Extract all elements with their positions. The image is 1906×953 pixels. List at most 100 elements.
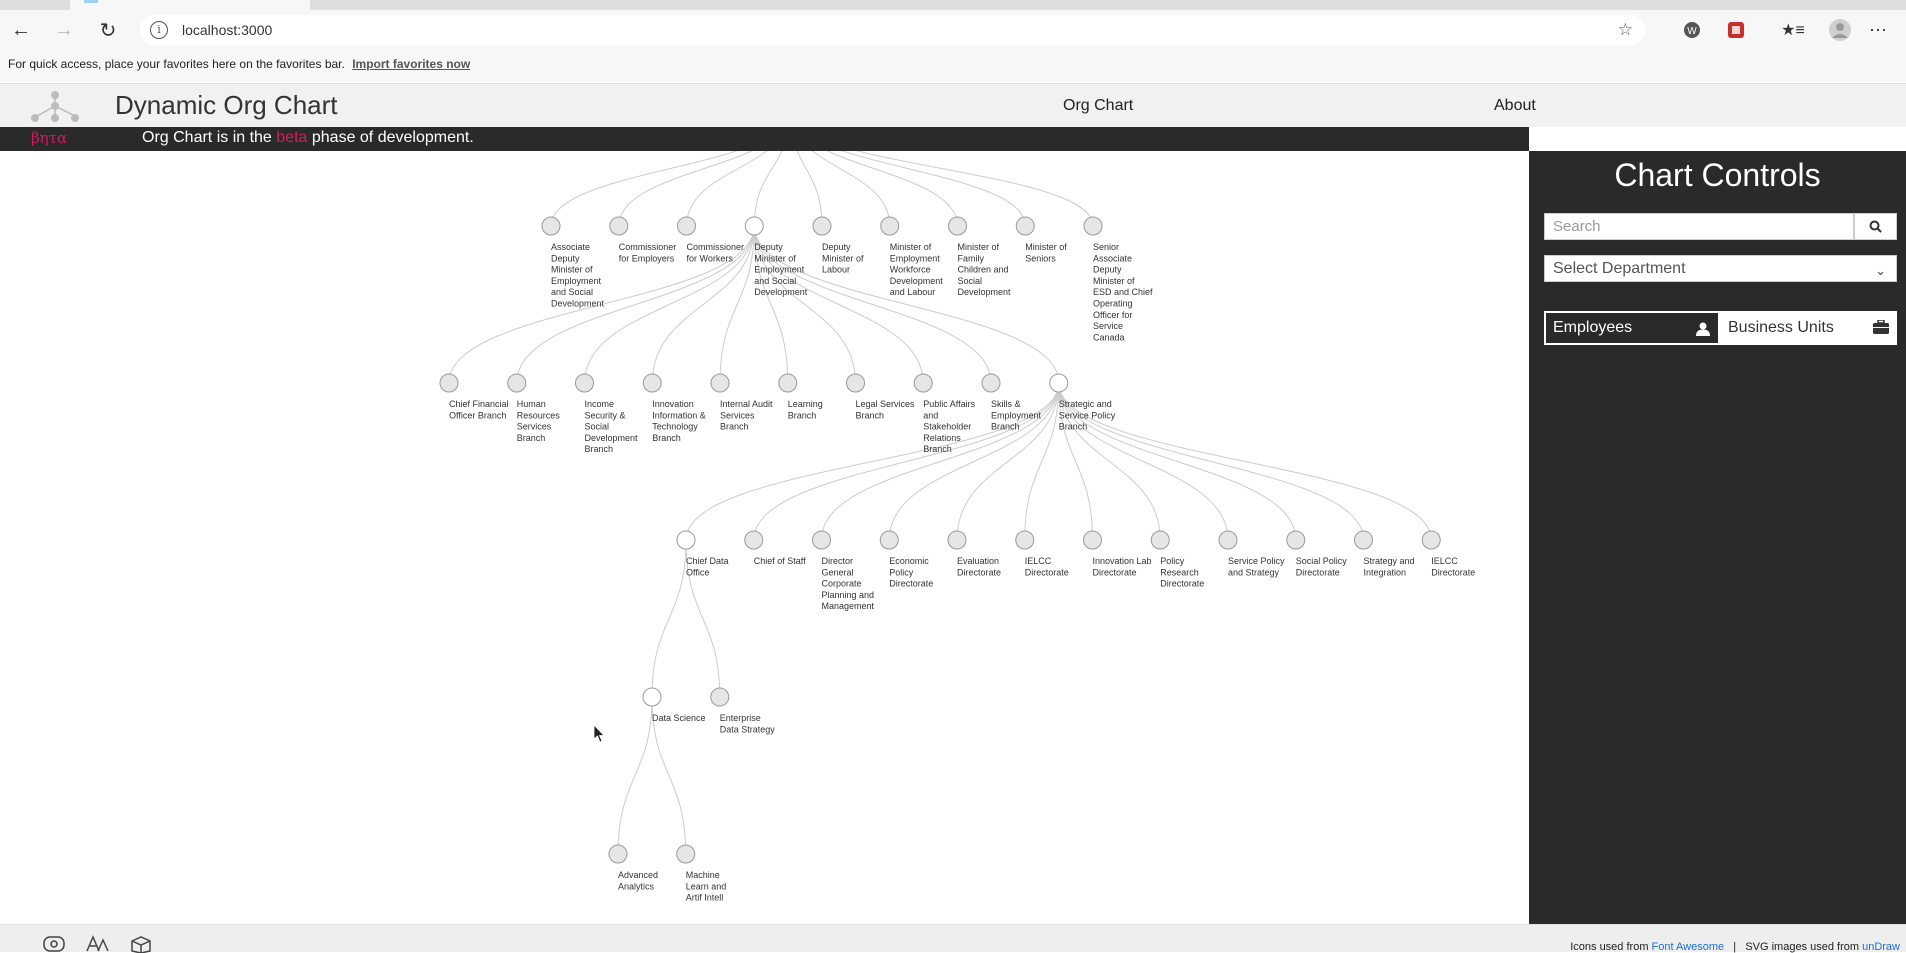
org-node[interactable] xyxy=(575,373,594,393)
address-bar[interactable]: i localhost:3000 ☆ xyxy=(140,15,1645,45)
org-node-label: Learning Branch xyxy=(788,399,823,420)
tab-favicon-icon xyxy=(84,0,98,3)
beta-message-end: phase of development. xyxy=(307,129,474,146)
svg-text:W: W xyxy=(1687,26,1697,37)
org-node-label: Enterprise Data Strategy xyxy=(720,713,776,734)
org-node[interactable] xyxy=(507,373,527,393)
refresh-icon[interactable]: ↻ xyxy=(96,18,120,42)
org-chart-logo-icon xyxy=(31,91,79,122)
site-info-icon[interactable]: i xyxy=(150,21,168,39)
org-node[interactable] xyxy=(541,216,561,236)
org-node-label: Chief Data Office xyxy=(686,556,729,577)
org-node[interactable] xyxy=(1015,530,1035,550)
org-node-label: Strategic and Service Policy Branch xyxy=(1059,399,1116,432)
org-node[interactable] xyxy=(642,373,662,393)
org-node-label: Public Affairs and Stakeholder Relations Bra… xyxy=(923,399,975,454)
employees-toggle[interactable]: Employees xyxy=(1544,311,1720,345)
more-menu-icon[interactable]: ⋯ xyxy=(1868,20,1888,40)
org-node-label: Human Resources Services Branch xyxy=(517,399,561,443)
extension-w-icon[interactable]: W xyxy=(1682,20,1702,40)
org-node-label: IELCC Directorate xyxy=(1431,556,1475,577)
user-icon xyxy=(1696,322,1710,336)
org-node-label: Minister of Seniors xyxy=(1025,242,1067,263)
org-node[interactable] xyxy=(608,844,628,864)
org-node[interactable] xyxy=(439,373,459,393)
footer-icons-prefix: Icons used from xyxy=(1570,941,1652,953)
org-node[interactable] xyxy=(947,530,967,550)
org-node[interactable] xyxy=(677,216,696,236)
nav-org-chart[interactable]: Org Chart xyxy=(1063,97,1133,115)
controls-title: Chart Controls xyxy=(1614,157,1821,193)
profile-avatar-icon[interactable] xyxy=(1828,18,1852,42)
beta-tag: βητα xyxy=(31,129,68,147)
org-node[interactable] xyxy=(1286,530,1306,550)
department-select[interactable]: Select Department ⌄ xyxy=(1544,255,1897,282)
org-node-label: Senior Associate Deputy Minister of ESD and … xyxy=(1093,242,1153,342)
org-node[interactable] xyxy=(778,373,798,393)
org-node[interactable] xyxy=(880,216,900,236)
tree-link xyxy=(651,539,687,698)
org-node[interactable] xyxy=(1218,530,1238,550)
footer-text-icon[interactable] xyxy=(85,935,109,953)
org-node[interactable] xyxy=(744,216,764,236)
org-node[interactable] xyxy=(1150,530,1170,550)
beta-banner: βητα Org Chart is in the beta phase of d… xyxy=(0,127,1529,151)
org-node[interactable] xyxy=(913,373,933,393)
browser-active-tab[interactable] xyxy=(70,0,310,10)
org-node[interactable] xyxy=(1015,216,1035,236)
import-favorites-link[interactable]: Import favorites now xyxy=(352,57,470,71)
department-select-value: Select Department xyxy=(1553,260,1686,277)
footer-box-icon[interactable] xyxy=(129,935,153,953)
org-node-label: Service Policy and Strategy xyxy=(1228,556,1285,577)
org-node[interactable] xyxy=(1083,530,1102,550)
org-node-label: IELCC Directorate xyxy=(1025,556,1069,577)
tree-link xyxy=(811,151,891,227)
org-chart-svg[interactable]: Associate Deputy Minister of Employment and … xyxy=(0,151,1529,924)
org-node[interactable] xyxy=(1421,530,1441,550)
org-node[interactable] xyxy=(812,216,832,236)
footer: Icons used from Font Awesome | SVG image… xyxy=(0,924,1906,953)
org-node-label: Director General Corporate Planning and Mana… xyxy=(822,556,875,611)
nav-about[interactable]: About xyxy=(1494,97,1536,115)
search-button[interactable] xyxy=(1854,213,1897,240)
org-node-label: Chief of Staff xyxy=(754,556,806,566)
org-node[interactable] xyxy=(642,687,662,707)
org-node[interactable] xyxy=(1049,373,1069,393)
search-input[interactable] xyxy=(1544,213,1854,240)
beta-message: Org Chart is in the beta phase of develo… xyxy=(142,129,474,147)
favorites-bar-text: For quick access, place your favorites h… xyxy=(8,57,345,71)
org-node[interactable] xyxy=(1083,216,1103,236)
font-awesome-link[interactable]: Font Awesome xyxy=(1652,941,1725,953)
org-node[interactable] xyxy=(1354,530,1373,550)
org-node[interactable] xyxy=(846,373,865,393)
org-node[interactable] xyxy=(676,844,696,864)
org-node[interactable] xyxy=(879,530,899,550)
footer-network-icon[interactable] xyxy=(42,935,66,953)
org-node[interactable] xyxy=(812,530,831,550)
tree-link xyxy=(856,151,1094,227)
mouse-cursor-icon xyxy=(593,724,605,743)
beta-highlight: beta xyxy=(276,129,308,146)
org-node-label: Innovation Information & Technology Branch xyxy=(652,399,706,443)
undraw-link[interactable]: unDraw xyxy=(1862,941,1900,953)
org-node[interactable] xyxy=(710,687,730,707)
business-units-toggle[interactable]: Business Units xyxy=(1720,311,1897,345)
back-arrow-icon[interactable]: ← xyxy=(9,18,33,42)
org-node[interactable] xyxy=(744,530,764,550)
forward-arrow-icon[interactable]: → xyxy=(52,18,76,42)
org-node[interactable] xyxy=(710,373,730,393)
org-node-label: Policy Research Directorate xyxy=(1160,556,1204,589)
favorites-list-icon[interactable]: ★≡ xyxy=(1781,20,1805,40)
org-node[interactable] xyxy=(676,530,696,550)
org-node-label: Deputy Minister of Labour xyxy=(822,242,864,275)
org-node[interactable] xyxy=(948,216,967,236)
org-node-label: Minister of Employment Workforce Developmen… xyxy=(890,242,944,297)
org-node[interactable] xyxy=(609,216,629,236)
extension-red-icon[interactable] xyxy=(1726,20,1746,40)
org-chart-canvas[interactable]: Associate Deputy Minister of Employment and … xyxy=(0,151,1529,924)
favorite-star-icon[interactable]: ☆ xyxy=(1618,20,1633,40)
org-node-label: Innovation Lab Directorate xyxy=(1093,556,1152,577)
tree-link xyxy=(753,225,992,384)
org-node[interactable] xyxy=(981,373,1001,393)
tree-link xyxy=(618,151,753,227)
